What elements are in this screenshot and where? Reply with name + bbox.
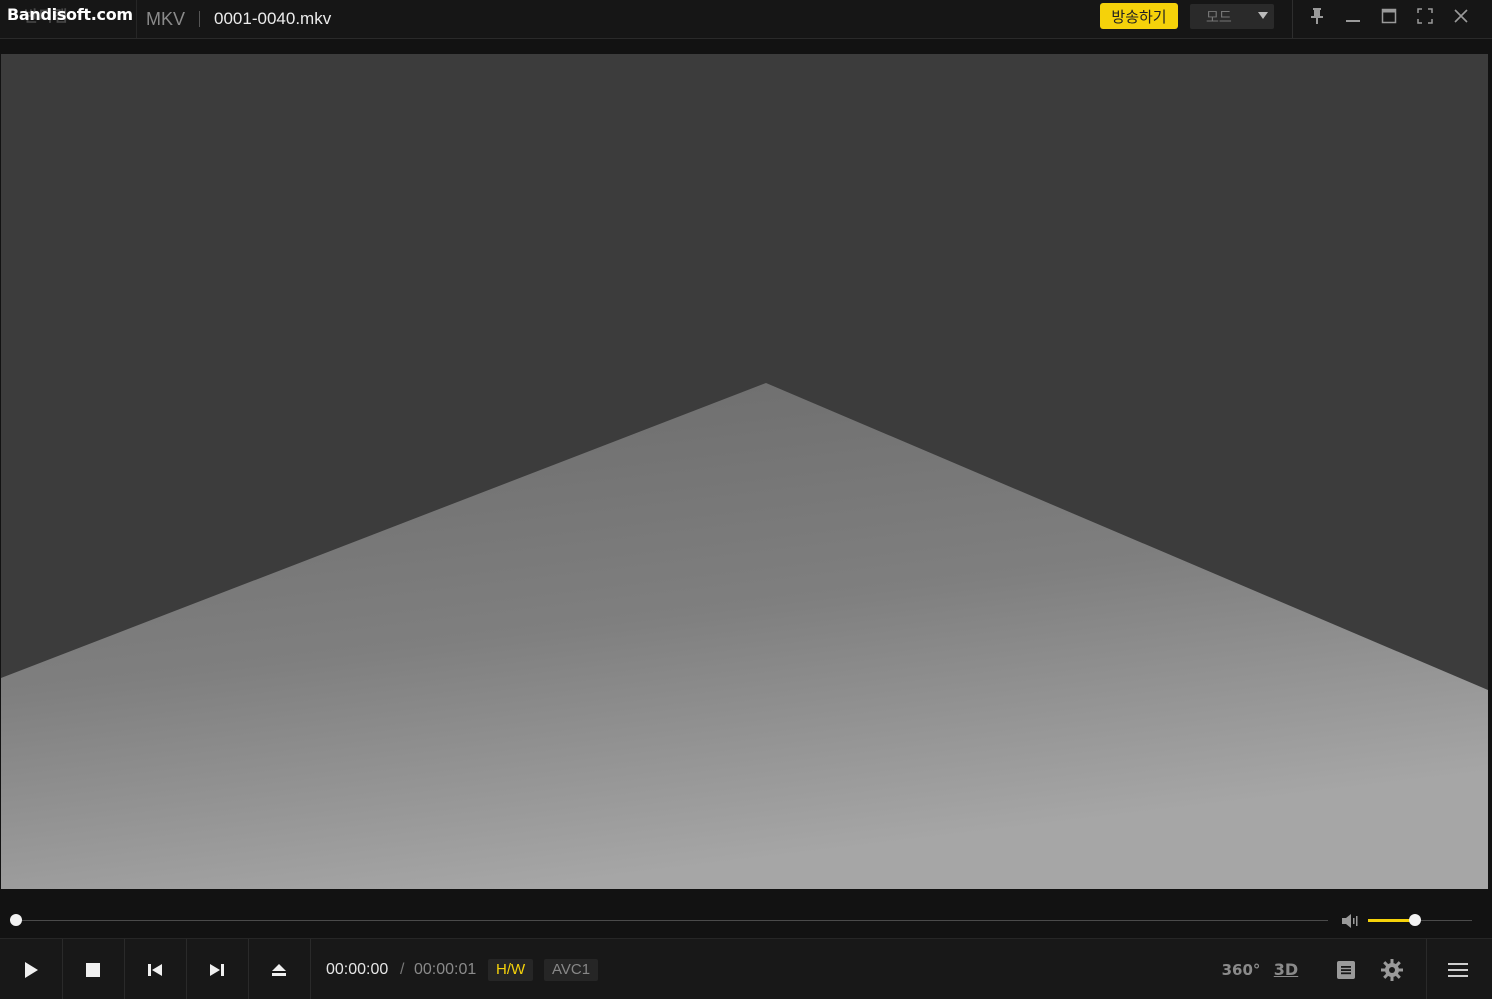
previous-button[interactable]: [124, 939, 187, 999]
stop-icon: [86, 962, 100, 977]
maximize-button[interactable]: [1374, 3, 1404, 29]
video-display[interactable]: [1, 54, 1488, 889]
gear-icon: [1381, 958, 1403, 981]
eject-icon: [272, 963, 286, 976]
main-menu-button[interactable]: [1440, 939, 1476, 999]
seek-handle[interactable]: [10, 914, 22, 926]
close-button[interactable]: [1446, 3, 1476, 29]
volume-slider-fill: [1368, 919, 1415, 922]
stop-button[interactable]: [62, 939, 125, 999]
eject-button[interactable]: [248, 939, 311, 999]
playlist-icon: [1337, 960, 1355, 979]
play-button[interactable]: [0, 939, 63, 999]
volume-icon[interactable]: [1341, 912, 1361, 930]
seek-bar[interactable]: [16, 920, 1328, 921]
time-separator: /: [400, 961, 405, 978]
next-icon: [210, 963, 224, 976]
playlist-button[interactable]: [1330, 939, 1362, 999]
pin-button[interactable]: [1302, 3, 1332, 29]
mode-dropdown[interactable]: 모드: [1190, 4, 1274, 29]
title-bar[interactable]: 반디캠 Bandisoft.com MKV 0001-0040.mkv 방송하기…: [0, 0, 1492, 39]
format-label: MKV: [146, 8, 186, 29]
current-time: 00:00:00: [326, 961, 389, 978]
settings-button[interactable]: [1376, 939, 1408, 999]
volume-slider-handle[interactable]: [1408, 914, 1421, 926]
pin-icon: [1311, 8, 1323, 24]
broadcast-button[interactable]: 방송하기: [1100, 3, 1178, 29]
play-icon: [25, 961, 38, 978]
bandicam-player-window: 반디캠 Bandisoft.com MKV 0001-0040.mkv 방송하기…: [0, 0, 1492, 999]
fullscreen-icon: [1417, 8, 1433, 24]
menu-divider: [1426, 939, 1427, 999]
3d-button[interactable]: 3D: [1270, 939, 1302, 999]
maximize-icon: [1381, 8, 1397, 24]
brand-logo[interactable]: 반디캠 Bandisoft.com: [0, 0, 137, 38]
hamburger-menu-icon: [1448, 962, 1468, 977]
minimize-icon: [1346, 20, 1360, 22]
vr360-button[interactable]: 360°: [1222, 939, 1261, 999]
logo-text: Bandisoft.com: [7, 5, 133, 24]
codec-badge: AVC1: [544, 959, 599, 981]
title-divider: [199, 11, 201, 27]
previous-icon: [148, 963, 162, 976]
close-icon: [1454, 9, 1468, 23]
chevron-down-icon: [1258, 12, 1268, 19]
next-button[interactable]: [186, 939, 249, 999]
file-name: 0001-0040.mkv: [214, 9, 332, 28]
control-bar: 00:00:00 / 00:00:01 H/W AVC1 360° 3D: [0, 938, 1492, 999]
seek-row: [0, 906, 1492, 936]
fullscreen-button[interactable]: [1410, 3, 1440, 29]
mode-label: 모드: [1206, 9, 1232, 26]
window-controls-divider: [1292, 0, 1293, 38]
video-frame: [1, 54, 1488, 889]
total-time: 00:00:01: [414, 961, 477, 978]
minimize-button[interactable]: [1338, 3, 1368, 29]
hardware-decoding-badge[interactable]: H/W: [488, 959, 534, 981]
